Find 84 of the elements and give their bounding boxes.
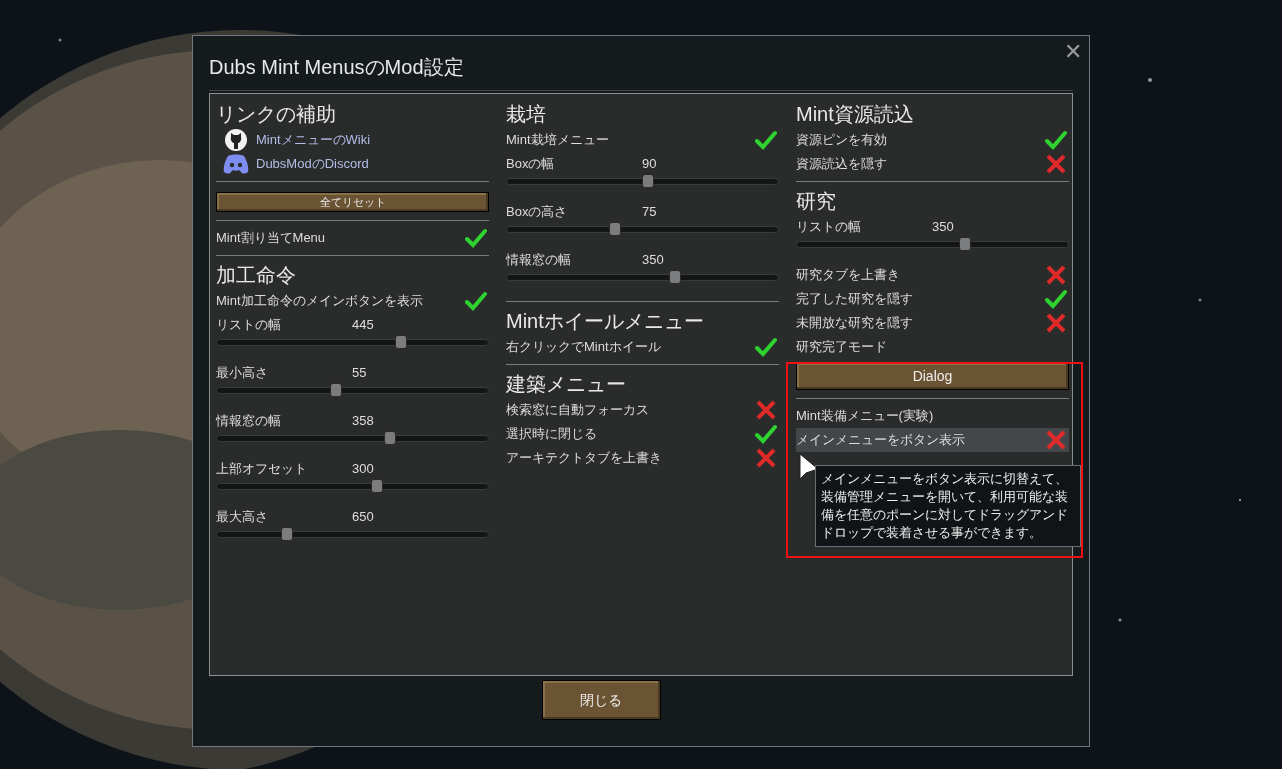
window-title: Dubs Mint MenusのMod設定 [209,55,464,80]
setting-label: 資源ピンを有効 [796,131,887,150]
slider-thumb[interactable] [395,335,408,349]
setting-label: 未開放な研究を隠す [796,314,913,333]
setting-label: Mint割り当てMenu [216,229,326,248]
slider-value: 350 [932,218,955,237]
slider-thumb[interactable] [959,237,971,251]
slider-value: 445 [352,316,375,335]
setting-row[interactable]: 検索窓に自動フォーカス [506,398,779,422]
close-icon[interactable] [755,448,777,468]
setting-row[interactable]: 研究タブを上書き [796,263,1069,287]
section-heading: 栽培 [506,102,547,127]
link[interactable]: MintメニューのWiki [256,130,371,150]
setting-label: 完了した研究を隠す [796,290,913,309]
slider-value: 358 [352,412,375,431]
slider-label: Boxの幅 [506,155,556,174]
close-button[interactable]: ✕ [1061,40,1085,64]
close-icon[interactable] [1045,154,1067,174]
checkmark-icon[interactable] [755,130,777,150]
action-button[interactable]: Dialog [796,362,1069,390]
slider-label: 上部オフセット [216,460,308,479]
slider-thumb[interactable] [370,479,383,493]
setting-label: Mint栽培メニュー [506,131,609,150]
close-button[interactable]: 閉じる [541,680,661,720]
close-icon[interactable] [1045,313,1067,333]
checkmark-icon[interactable] [1045,289,1067,309]
setting-row[interactable]: 未開放な研究を隠す [796,311,1069,335]
checkmark-icon[interactable] [465,291,487,311]
checkmark-icon[interactable] [1045,130,1067,150]
setting-label: 選択時に閉じる [506,425,597,444]
cat-silhouette-icon [224,128,248,152]
setting-label: 右クリックでMintホイール [506,338,661,357]
setting-label: Mint加工命令のメインボタンを表示 [216,292,423,311]
slider-thumb[interactable] [281,527,294,541]
setting-label: アーキテクトタブを上書き [506,449,662,468]
setting-row[interactable]: 選択時に閉じる [506,422,779,446]
action-button[interactable]: 全てリセット [216,192,489,213]
setting-row[interactable]: Mint栽培メニュー [506,128,779,152]
section-heading: 研究 [796,189,837,214]
link[interactable]: DubsModのDiscord [256,154,369,174]
slider-thumb[interactable] [384,431,397,445]
slider-label: Boxの高さ [506,203,569,222]
slider-label: 最大高さ [216,508,269,527]
hovered-setting-row[interactable]: メインメニューをボタン表示 [796,428,1069,452]
setting-label: 検索窓に自動フォーカス [506,401,649,420]
tooltip: メインメニューをボタン表示に切替えて、装備管理メニューを開いて、利用可能な装備を任意のポーンに対してドラッグアンドドロップで装着させる事ができます。 [815,465,1081,547]
section-heading: 加工命令 [216,263,297,288]
setting-label: メインメニューをボタン表示 [796,431,965,450]
slider-label: 情報窓の幅 [216,412,282,431]
setting-row[interactable]: Mint割り当てMenu [216,226,489,250]
setting-label: Mint装備メニュー(実験) [796,407,935,425]
controller-icon [222,153,250,175]
slider-label: 最小高さ [216,364,269,383]
checkmark-icon[interactable] [755,337,777,357]
setting-row[interactable]: 資源読込を隠す [796,152,1069,176]
slider-thumb[interactable] [669,270,681,284]
section-heading: Mint資源読込 [796,102,915,127]
section-heading: 建築メニュー [506,372,627,397]
close-icon[interactable] [1045,265,1067,285]
setting-label: 研究完了モード [796,338,888,356]
setting-row[interactable]: 完了した研究を隠す [796,287,1069,311]
slider-label: 情報窓の幅 [506,251,572,270]
section-heading: Mintホイールメニュー [506,309,705,334]
slider-label: リストの幅 [796,218,862,237]
slider-value: 650 [352,508,375,527]
slider-thumb[interactable] [641,174,654,188]
slider-thumb[interactable] [609,222,622,236]
slider-value: 90 [642,155,658,174]
checkmark-icon[interactable] [755,424,777,444]
close-icon[interactable] [755,400,777,420]
setting-row[interactable]: アーキテクトタブを上書き [506,446,779,470]
slider-value: 55 [352,364,368,383]
slider-value: 75 [642,203,658,222]
slider-value: 300 [352,460,375,479]
slider-value: 350 [642,251,665,270]
setting-row[interactable]: 資源ピンを有効 [796,128,1069,152]
setting-label: 資源読込を隠す [796,155,887,174]
slider-thumb[interactable] [330,383,343,397]
section-heading: リンクの補助 [216,102,337,127]
setting-row[interactable]: 右クリックでMintホイール [506,335,779,359]
slider-label: リストの幅 [216,316,282,335]
checkmark-icon[interactable] [465,228,487,248]
setting-row[interactable]: Mint加工命令のメインボタンを表示 [216,289,489,313]
setting-label: 研究タブを上書き [796,266,900,285]
